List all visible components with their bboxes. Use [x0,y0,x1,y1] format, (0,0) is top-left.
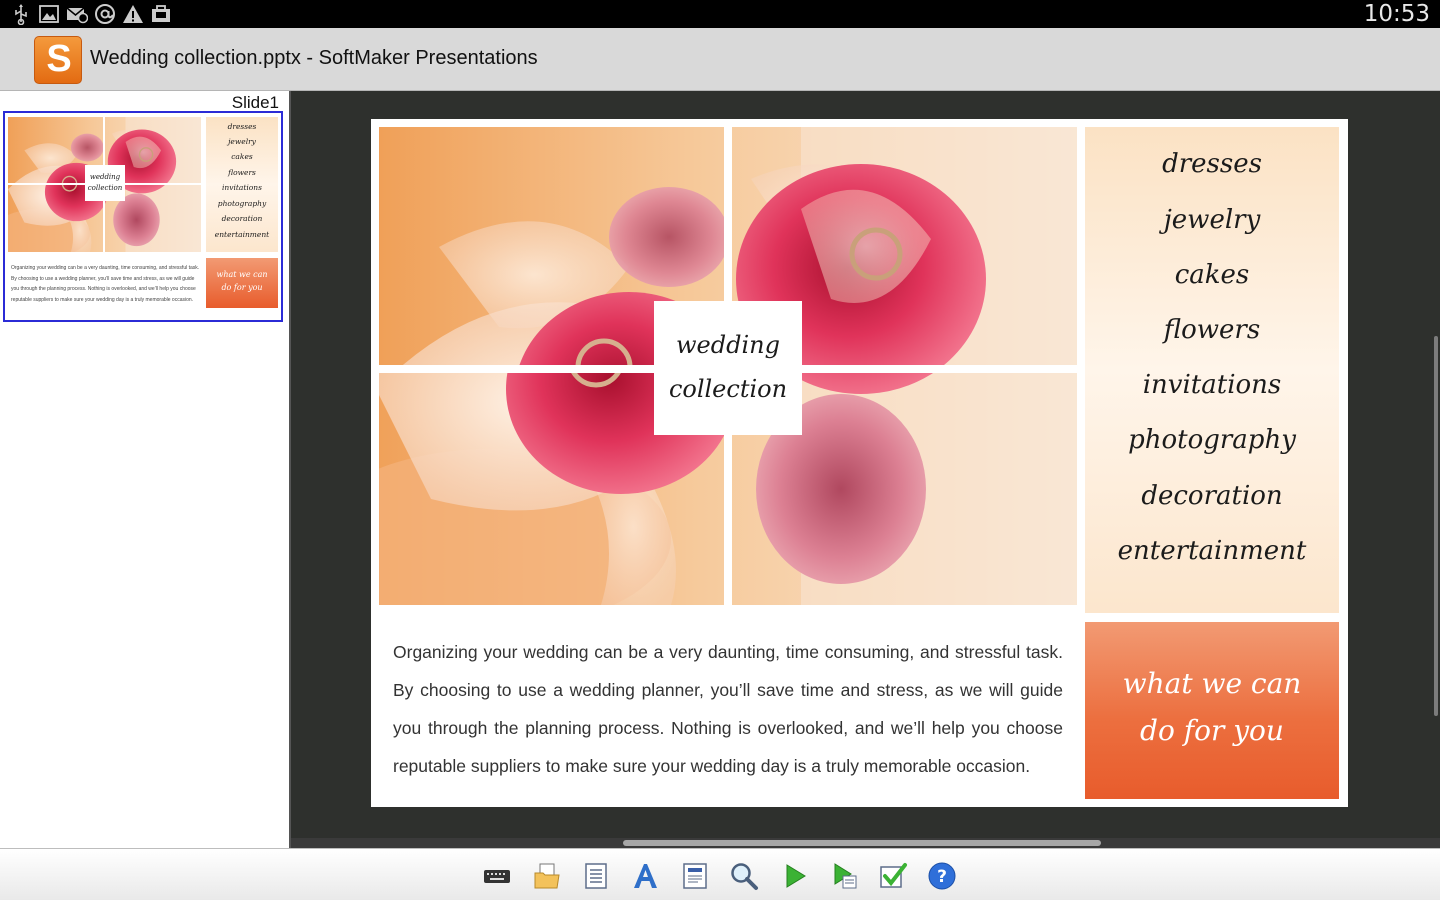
open-folder-icon[interactable] [532,861,562,891]
service-item: jewelry [1163,205,1261,235]
status-icons [10,3,172,26]
slide-thumbnail-panel: Slide1 wedding collection dresses jewelr… [0,91,289,848]
thumbnail-menu-card: dresses jewelry cakes flowers invitation… [206,117,278,252]
app-logo-letter: S [46,38,72,80]
thumbnail-cta-line1: what we can [216,270,268,279]
keyboard-icon[interactable] [482,861,512,891]
horizontal-scroll-track [291,838,1440,848]
vertical-scrollbar[interactable] [1434,336,1438,716]
window-title: Wedding collection.pptx - SoftMaker Pres… [90,47,538,69]
app-logo[interactable]: S [34,36,82,84]
at-icon [94,3,116,25]
thumbnail-menu-item: dresses [227,122,257,131]
cta-box: what we can do for you [1085,622,1339,799]
thumbnail-cta-line2: do for you [221,283,263,292]
thumbnail-body-text: Organizing your wedding can be a very da… [11,265,200,303]
slide-body-text: Organizing your wedding can be a very da… [393,642,1063,776]
horizontal-scrollbar[interactable] [623,840,1101,846]
font-icon[interactable] [630,861,660,891]
bottom-toolbar: ? [0,848,1440,900]
thumbnail-menu-item: entertainment [214,230,270,239]
thumbnail-menu-item: jewelry [228,137,256,146]
usb-icon [10,3,32,26]
thumbnail-title-line1: wedding [89,173,121,181]
service-item: invitations [1142,370,1282,400]
help-icon[interactable]: ? [927,861,957,891]
thumbnail-title-line2: collection [87,184,123,192]
center-title-line1: wedding [676,331,780,359]
search-icon[interactable] [729,861,759,891]
services-list-card: dresses jewelry cakes flowers invitation… [1085,127,1339,613]
slide-thumbnail[interactable]: wedding collection dresses jewelry cakes… [3,111,283,322]
play-icon[interactable] [780,861,810,891]
document-icon[interactable] [581,861,611,891]
title-bar: S Wedding collection.pptx - SoftMaker Pr… [0,28,1440,91]
thumbnail-menu-item: cakes [231,152,253,161]
briefcase-icon [150,3,172,25]
thumbnail-menu-item: invitations [222,183,262,192]
thumbnail-menu-item: photography [217,199,267,208]
slide-canvas[interactable]: wedding collection dresses jewelry cakes… [371,119,1348,807]
service-item: decoration [1141,481,1283,511]
check-icon[interactable] [878,861,908,891]
center-title-line2: collection [668,375,788,403]
service-item: flowers [1163,315,1261,345]
warning-icon [122,3,144,25]
cta-line2: do for you [1140,714,1284,747]
image-icon [38,3,60,25]
center-title-box: wedding collection [654,301,802,435]
cta-line1: what we can [1122,667,1302,700]
slide-workspace: wedding collection dresses jewelry cakes… [291,91,1440,848]
thumbnail-cta: what we can do for you [206,258,278,308]
service-item: photography [1128,425,1296,455]
play-from-slide-icon[interactable] [829,861,859,891]
status-bar: 10:53 [0,0,1440,28]
thumbnail-center-title: wedding collection [85,165,125,201]
slide-layout-icon[interactable] [680,861,710,891]
thumbnail-menu-item: decoration [221,214,263,223]
service-item: entertainment [1117,536,1307,566]
clock: 10:53 [1363,1,1430,27]
slide-thumbnail-label: Slide1 [231,93,279,112]
thumbnail-menu-item: flowers [228,168,256,177]
service-item: cakes [1174,260,1250,290]
svg-text:?: ? [937,867,947,887]
service-item: dresses [1162,149,1262,179]
mail-sync-icon [66,3,89,25]
